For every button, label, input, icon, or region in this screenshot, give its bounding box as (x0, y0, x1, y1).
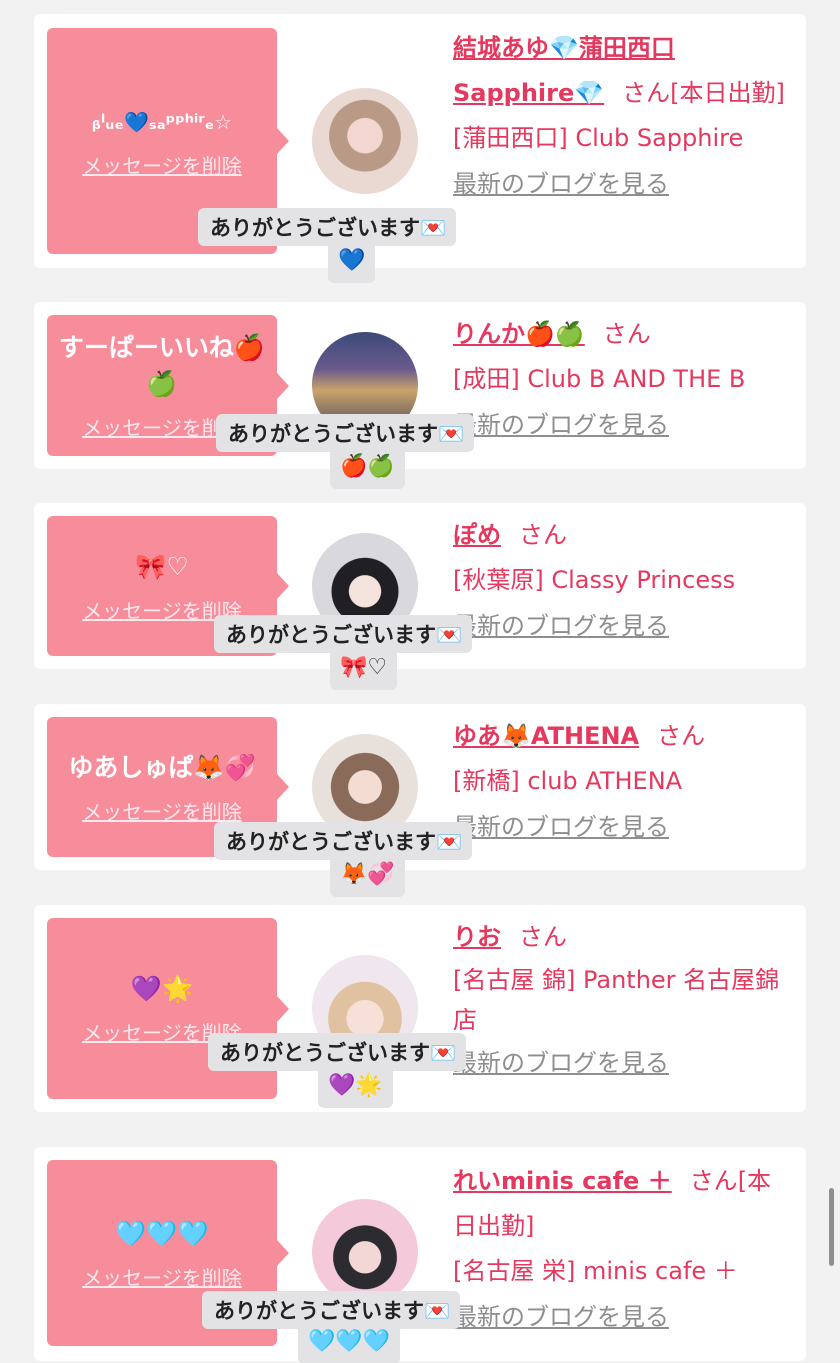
honorific: さん (622, 79, 671, 107)
honorific: さん (657, 722, 706, 750)
user-name-link[interactable]: ゆあ🦊ATHENA (453, 722, 639, 750)
reply-reaction: ありがとうございます💌 (198, 208, 457, 246)
message-text: ゆあしゅぱ🦊💞 (68, 752, 256, 782)
user-info: りお さん [名古屋 錦] Panther 名古屋錦店 最新のブログを見る (453, 915, 792, 1080)
reply-reaction: ありがとうございます💌 (214, 615, 473, 653)
reply-emoji-box: 🦊💞 (330, 856, 405, 897)
latest-blog-link[interactable]: 最新のブログを見る (453, 408, 792, 442)
reply-emoji-box: 🩵🩵🩵 (298, 1323, 401, 1363)
user-info: ぽめ さん [秋葉原] Classy Princess 最新のブログを見る (453, 513, 792, 643)
reply-emoji-box: 💜🌟 (318, 1067, 393, 1108)
message-card: ゆあしゅぱ🦊💞 メッセージを削除 ゆあ🦊ATHENA さん [新橋] club A… (34, 704, 806, 897)
reply-reaction: ありがとうございます💌 (214, 822, 473, 860)
message-text: ᵦˡᵤₑ💙ₛₐᵖᵖʰⁱʳₑ☆ (91, 109, 233, 134)
reply-text: ありがとうございます💌 (226, 623, 463, 647)
reply-text: ありがとうございます💌 (210, 216, 447, 240)
delete-message-link[interactable]: メッセージを削除 (82, 150, 242, 179)
reply-emoji: 🎀♡ (330, 650, 398, 690)
shop-name: [名古屋 錦] Panther 名古屋錦店 (453, 966, 780, 1034)
message-card: 💜🌟 メッセージを削除 りお さん [名古屋 錦] Panther 名古屋錦店 最… (34, 905, 806, 1112)
shop-name: [成田] Club B AND THE B (453, 365, 746, 393)
latest-blog-link[interactable]: 最新のブログを見る (453, 1046, 792, 1080)
shop-name: [蒲田西口] Club Sapphire (453, 124, 744, 152)
honorific: さん (519, 521, 567, 549)
user-name-link[interactable]: れいminis cafe ＋ (453, 1167, 672, 1195)
shop-name: [秋葉原] Classy Princess (453, 566, 736, 594)
reply-text: ありがとうございます💌 (220, 1041, 457, 1065)
message-bubble: 💜🌟 メッセージを削除 (47, 918, 289, 1099)
reply-emoji: 💜🌟 (318, 1068, 393, 1108)
avatar[interactable] (312, 1199, 418, 1305)
reply-text: ありがとうございます💌 (228, 422, 465, 446)
reply-text: ありがとうございます💌 (226, 830, 463, 854)
reply-emoji: 🩵🩵🩵 (298, 1324, 401, 1363)
scrollbar[interactable] (829, 1188, 834, 1266)
shop-name: [新橋] club ATHENA (453, 767, 683, 795)
reply-emoji: 🦊💞 (330, 857, 405, 897)
avatar[interactable] (312, 88, 418, 194)
reply-emoji: 💙 (328, 243, 376, 283)
message-text: すーぱーいいね🍎🍏 (58, 333, 266, 398)
user-info: 結城あゆ💎蒲田西口Sapphire💎 さん[本日出勤] [蒲田西口] Club S… (453, 26, 792, 201)
reply-emoji-box: 💙 (328, 242, 376, 283)
user-name-link[interactable]: りんか🍎🍏 (453, 320, 585, 348)
user-info: れいminis cafe ＋さん[本日出勤] [名古屋 栄] minis caf… (453, 1159, 792, 1334)
message-text: 🎀♡ (135, 551, 189, 581)
user-info: りんか🍎🍏 さん [成田] Club B AND THE B 最新のブログを見る (453, 312, 792, 442)
latest-blog-link[interactable]: 最新のブログを見る (453, 810, 792, 844)
message-card: 🩵🩵🩵 メッセージを削除 れいminis cafe ＋さん[本日出勤] [名古屋… (34, 1147, 806, 1363)
message-text: 💜🌟 (130, 974, 194, 1003)
shop-name: [名古屋 栄] minis cafe ＋ (453, 1257, 738, 1285)
reply-emoji-box: 🍎🍏 (330, 448, 405, 489)
user-name-link[interactable]: ぽめ (453, 521, 501, 549)
latest-blog-link[interactable]: 最新のブログを見る (453, 167, 792, 201)
message-card: ᵦˡᵤₑ💙ₛₐᵖᵖʰⁱʳₑ☆ メッセージを削除 結城あゆ💎蒲田西口Sapphir… (34, 14, 806, 283)
delete-message-link[interactable]: メッセージを削除 (82, 796, 242, 825)
honorific: さん (689, 1167, 738, 1195)
latest-blog-link[interactable]: 最新のブログを見る (453, 1300, 792, 1334)
message-card: すーぱーいいね🍎🍏 メッセージを削除 りんか🍎🍏 さん [成田] Club B A… (34, 302, 806, 489)
attendance-status: [本日出勤] (670, 79, 785, 107)
user-info: ゆあ🦊ATHENA さん [新橋] club ATHENA 最新のブログを見る (453, 714, 792, 844)
reply-emoji-box: 🎀♡ (330, 649, 398, 690)
honorific: さん (519, 923, 567, 951)
reply-reaction: ありがとうございます💌 (208, 1033, 467, 1071)
reply-reaction: ありがとうございます💌 (216, 414, 475, 452)
user-name-link[interactable]: りお (453, 923, 501, 951)
message-card: 🎀♡ メッセージを削除 ぽめ さん [秋葉原] Classy Princess 最… (34, 503, 806, 690)
reply-emoji: 🍎🍏 (330, 449, 405, 489)
delete-message-link[interactable]: メッセージを削除 (82, 1262, 242, 1291)
honorific: さん (602, 320, 651, 348)
message-text: 🩵🩵🩵 (115, 1218, 209, 1248)
latest-blog-link[interactable]: 最新のブログを見る (453, 609, 792, 643)
